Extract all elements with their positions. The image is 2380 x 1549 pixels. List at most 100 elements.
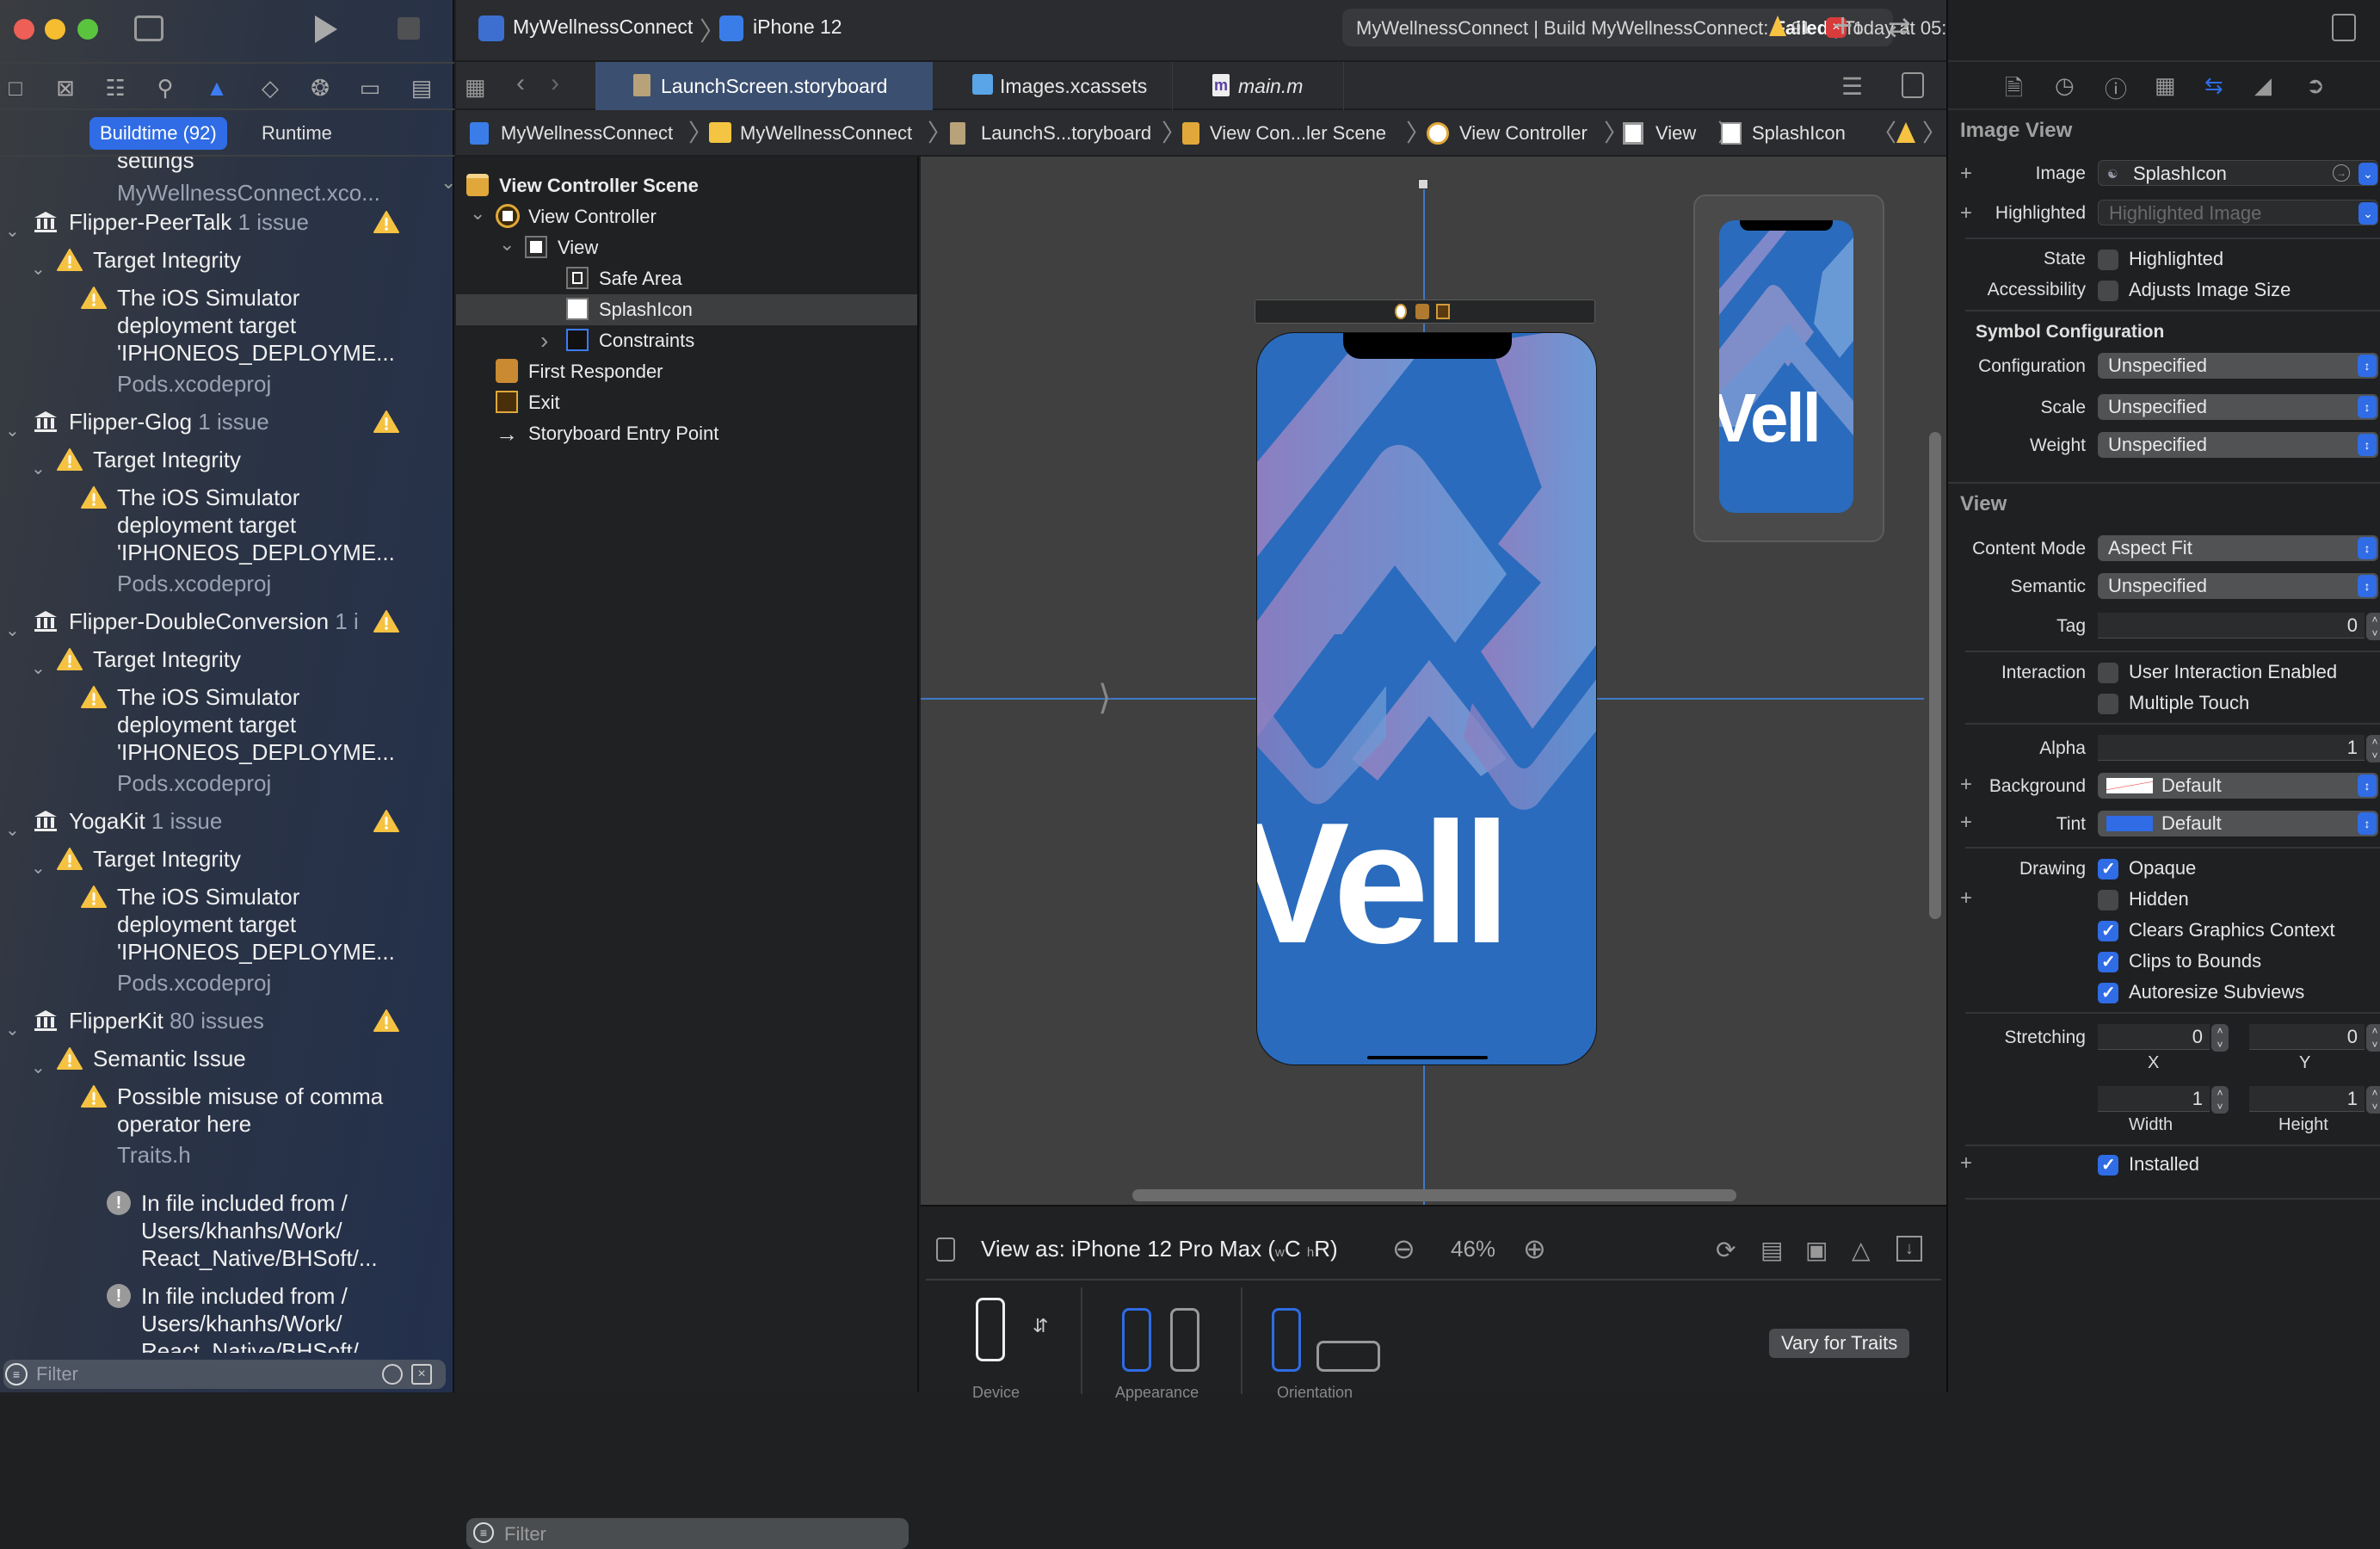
note-message-line[interactable]: React_Native/BHSoft/... bbox=[141, 1244, 454, 1272]
run-button[interactable] bbox=[315, 15, 337, 43]
outline-item[interactable]: › Constraints bbox=[456, 325, 917, 356]
add-variation-plus-icon[interactable]: + bbox=[1960, 1151, 1972, 1176]
semantic-popup[interactable]: Unspecified ↕ bbox=[2098, 573, 2378, 599]
expand-chevron-icon[interactable]: ⌄ bbox=[31, 657, 46, 679]
recent-filter-clock-icon[interactable] bbox=[382, 1364, 403, 1385]
forward-chevron-icon[interactable]: › bbox=[551, 69, 559, 98]
code-review-arrows-icon[interactable]: ⇄ bbox=[1888, 10, 1911, 43]
view-as-label[interactable]: View as: iPhone 12 Pro Max (wC hR) bbox=[981, 1236, 1338, 1262]
expand-chevron-icon[interactable]: ⌄ bbox=[470, 198, 485, 229]
jumpbar-item-file[interactable]: LaunchS...toryboard bbox=[981, 110, 1151, 157]
issue-group-header[interactable]: Flipper-PeerTalk 1 issue bbox=[69, 208, 379, 236]
alpha-field[interactable]: 1 bbox=[2098, 735, 2365, 761]
embed-in-icon[interactable]: ↓ bbox=[1896, 1236, 1922, 1262]
issue-message-line[interactable]: 'IPHONEOS_DEPLOYME... bbox=[117, 339, 454, 367]
scheme-selector[interactable]: MyWellnessConnect bbox=[513, 15, 693, 39]
attributes-inspector-icon[interactable]: ⇆ bbox=[2204, 72, 2223, 99]
highlighted-image-combo[interactable]: Highlighted Image ⌄ bbox=[2098, 200, 2378, 225]
issue-message-line[interactable]: deployment target bbox=[117, 511, 454, 539]
related-items-grid-icon[interactable]: ▦ bbox=[465, 74, 486, 101]
outline-item[interactable]: SplashIcon bbox=[456, 294, 917, 325]
jumpbar-item-splashicon[interactable]: SplashIcon bbox=[1752, 110, 1846, 157]
add-constraints-icon[interactable]: ▣ bbox=[1805, 1236, 1828, 1264]
expand-chevron-icon[interactable]: ⌄ bbox=[5, 819, 20, 841]
appearance-dark-button[interactable] bbox=[1170, 1308, 1199, 1372]
expand-chevron-icon[interactable]: ⌄ bbox=[5, 1019, 20, 1040]
state-highlighted-checkbox[interactable] bbox=[2098, 250, 2118, 270]
sidebar-toggle-icon[interactable] bbox=[134, 15, 163, 41]
error-count[interactable]: 1 bbox=[1853, 19, 1863, 39]
clears-graphics-context-checkbox[interactable] bbox=[2098, 920, 2118, 941]
tab-launchscreen-storyboard[interactable]: LaunchScreen.storyboard bbox=[595, 62, 933, 110]
vertical-scrollbar[interactable] bbox=[1929, 432, 1941, 919]
segment-runtime[interactable]: Runtime bbox=[251, 117, 342, 150]
user-interaction-checkbox[interactable] bbox=[2098, 663, 2118, 683]
find-navigator-search-icon[interactable]: ⚲ bbox=[151, 74, 179, 102]
multiple-touch-checkbox[interactable] bbox=[2098, 694, 2118, 714]
outline-item[interactable]: ⌄ View Controller bbox=[456, 201, 917, 232]
dropdown-chevron-icon[interactable]: ⌄ bbox=[2358, 163, 2377, 185]
outline-item[interactable]: ⌄ View bbox=[456, 232, 917, 263]
align-icon[interactable]: ▤ bbox=[1760, 1236, 1783, 1264]
stretch-width-field[interactable]: 1 bbox=[2098, 1086, 2210, 1112]
stretch-width-stepper[interactable]: ˄ ˅ bbox=[2211, 1086, 2229, 1114]
expand-chevron-icon[interactable]: ⌄ bbox=[5, 220, 20, 242]
document-outline-toggle-icon[interactable] bbox=[936, 1237, 955, 1262]
orientation-portrait-button[interactable] bbox=[1272, 1308, 1301, 1372]
hidden-checkbox[interactable] bbox=[2098, 890, 2118, 910]
adjusts-image-size-checkbox[interactable] bbox=[2098, 281, 2118, 301]
issue-message-line[interactable]: deployment target bbox=[117, 312, 454, 339]
orientation-landscape-button[interactable] bbox=[1316, 1341, 1380, 1372]
outline-item[interactable]: ⌄ View Controller Scene bbox=[441, 170, 917, 201]
issue-message-line[interactable]: deployment target bbox=[117, 711, 454, 738]
next-issue-chevron-icon[interactable]: 〉 bbox=[1922, 110, 1946, 157]
outline-item[interactable]: Exit bbox=[456, 387, 917, 418]
project-navigator-folder-icon[interactable]: □ bbox=[2, 74, 29, 102]
issue-message-line[interactable]: Possible misuse of comma bbox=[117, 1083, 454, 1110]
dock-exit-icon[interactable] bbox=[1436, 304, 1450, 319]
issue-message-line[interactable]: The iOS Simulator bbox=[117, 683, 454, 711]
background-color-popup[interactable]: Default ↕ bbox=[2098, 773, 2378, 799]
stretch-height-stepper[interactable]: ˄ ˅ bbox=[2366, 1086, 2380, 1114]
size-inspector-ruler-icon[interactable]: ◢ bbox=[2254, 72, 2272, 99]
clips-to-bounds-checkbox[interactable] bbox=[2098, 951, 2118, 972]
stretch-x-stepper[interactable]: ˄ ˅ bbox=[2211, 1024, 2229, 1052]
issue-warning-icon[interactable] bbox=[1896, 122, 1915, 143]
issue-category[interactable]: Target Integrity bbox=[93, 845, 454, 873]
library-plus-icon[interactable]: + bbox=[1833, 7, 1853, 46]
tint-color-popup[interactable]: Default ↕ bbox=[2098, 811, 2378, 836]
test-navigator-diamond-icon[interactable]: ◇ bbox=[256, 74, 284, 102]
tab-main-m[interactable]: m main.m bbox=[1172, 62, 1344, 110]
expand-chevron-icon[interactable]: ⌄ bbox=[499, 229, 515, 260]
symbol-navigator-icon[interactable]: ☷ bbox=[102, 74, 129, 102]
tag-field[interactable]: 0 bbox=[2098, 613, 2365, 639]
issue-message-line[interactable]: operator here bbox=[117, 1110, 454, 1138]
alpha-stepper[interactable]: ˄ ˅ bbox=[2366, 735, 2380, 762]
opaque-checkbox[interactable] bbox=[2098, 858, 2118, 879]
horizontal-scrollbar[interactable] bbox=[1132, 1189, 1736, 1201]
weight-popup[interactable]: Unspecified ↕ bbox=[2098, 432, 2378, 458]
navigator-filter-field[interactable]: ≡ Filter × bbox=[3, 1360, 446, 1389]
entry-point-arrow-icon[interactable]: ⟩ bbox=[1098, 678, 1112, 718]
note-message-line[interactable]: In file included from / bbox=[141, 1189, 454, 1217]
segment-buildtime[interactable]: Buildtime (92) bbox=[89, 117, 227, 150]
issue-category[interactable]: Target Integrity bbox=[93, 446, 454, 473]
device-stepper-icon[interactable]: ⇵ bbox=[1033, 1315, 1048, 1337]
warning-count[interactable]: 91 bbox=[1791, 19, 1810, 39]
device-selector-icon[interactable] bbox=[976, 1298, 1005, 1361]
stretch-y-field[interactable]: 0 bbox=[2249, 1024, 2365, 1050]
jumpbar-item-group[interactable]: MyWellnessConnect bbox=[740, 110, 912, 157]
issue-category[interactable]: Semantic Issue bbox=[93, 1045, 454, 1072]
outline-item[interactable]: Safe Area bbox=[456, 263, 917, 294]
storyboard-canvas[interactable]: ⟩ Vell onne bbox=[921, 157, 1946, 1205]
expand-chevron-icon[interactable]: ⌄ bbox=[441, 167, 456, 198]
zoom-window-button[interactable] bbox=[77, 19, 98, 40]
issue-group-header[interactable]: YogaKit 1 issue bbox=[69, 807, 379, 835]
scale-popup[interactable]: Unspecified ↕ bbox=[2098, 394, 2378, 420]
debug-navigator-spray-icon[interactable]: ❂ bbox=[306, 74, 334, 102]
vary-for-traits-button[interactable]: Vary for Traits bbox=[1769, 1329, 1910, 1358]
breakpoint-navigator-tag-icon[interactable]: ▭ bbox=[356, 74, 384, 102]
issue-message-line[interactable]: The iOS Simulator bbox=[117, 484, 454, 511]
previous-issue-chevron-icon[interactable]: 〈 bbox=[1872, 110, 1896, 157]
expand-chevron-icon[interactable]: ⌄ bbox=[31, 1057, 46, 1078]
